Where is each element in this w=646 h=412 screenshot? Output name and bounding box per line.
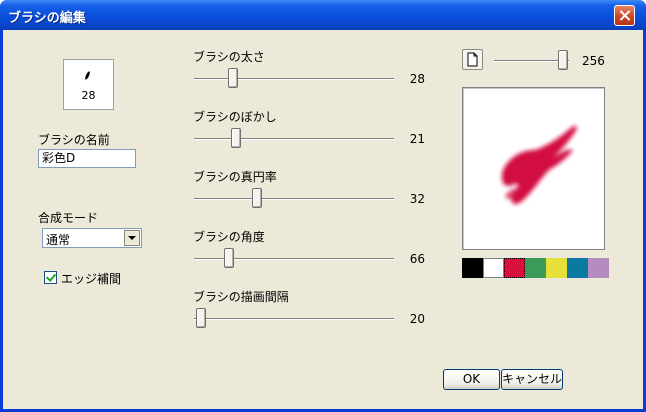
color-swatch-yellow[interactable] (546, 258, 567, 278)
chevron-down-icon (128, 236, 136, 240)
slider-thumb[interactable] (224, 248, 234, 268)
blur-value: 21 (409, 132, 425, 146)
slider-thumb[interactable] (252, 188, 262, 208)
brush-name-value: 彩色D (42, 151, 76, 165)
checkmark-icon (45, 271, 57, 282)
ok-button[interactable]: OK (443, 369, 500, 390)
slider-track (194, 318, 394, 320)
slider-track (194, 138, 394, 140)
color-palette (462, 258, 609, 278)
brush-tip-shape (84, 70, 91, 81)
close-button[interactable] (614, 5, 635, 26)
dropdown-button[interactable] (124, 230, 140, 246)
document-icon (467, 52, 478, 67)
cancel-button[interactable]: キャンセル (501, 369, 563, 390)
color-swatch-purple[interactable] (588, 258, 609, 278)
blur-slider[interactable] (194, 128, 394, 150)
title-bar[interactable]: ブラシの編集 (0, 0, 646, 30)
texture-slider[interactable] (494, 50, 569, 72)
thickness-label: ブラシの太さ (193, 50, 265, 64)
blend-mode-select[interactable]: 通常 (42, 228, 142, 248)
edge-interp-checkbox[interactable] (44, 271, 57, 284)
stroke-preview-canvas[interactable] (462, 87, 605, 250)
dialog-body: 28 ブラシの名前 彩色D 合成モード 通常 エッジ補間 ブラシの太さ 28 ブ… (3, 30, 643, 409)
spacing-value: 20 (409, 312, 425, 326)
color-swatch-white[interactable] (483, 258, 504, 278)
dialog-window: ブラシの編集 28 ブラシの名前 彩色D 合成モード 通常 エッジ補間 ブラシの… (0, 0, 646, 412)
color-swatch-black[interactable] (462, 258, 483, 278)
texture-value: 256 (582, 54, 605, 68)
brush-preview-size: 28 (81, 89, 96, 102)
roundness-label: ブラシの真円率 (193, 170, 277, 184)
slider-thumb[interactable] (231, 128, 241, 148)
angle-value: 66 (409, 252, 425, 266)
slider-thumb[interactable] (196, 308, 206, 328)
slider-thumb[interactable] (558, 50, 568, 70)
color-swatch-green[interactable] (525, 258, 546, 278)
thickness-value: 28 (409, 72, 425, 86)
brush-preview: 28 (63, 59, 114, 110)
slider-track (194, 78, 394, 80)
window-title: ブラシの編集 (8, 11, 86, 26)
blend-mode-label: 合成モード (38, 211, 99, 225)
slider-thumb[interactable] (228, 68, 238, 88)
spacing-label: ブラシの描画間隔 (193, 290, 289, 304)
brush-name-field[interactable]: 彩色D (38, 149, 136, 168)
edge-interp-label: エッジ補間 (61, 272, 122, 286)
slider-track (194, 198, 394, 200)
roundness-slider[interactable] (194, 188, 394, 210)
color-swatch-red[interactable] (504, 258, 525, 278)
roundness-value: 32 (409, 192, 425, 206)
spacing-slider[interactable] (194, 308, 394, 330)
blur-label: ブラシのぼかし (193, 110, 277, 124)
angle-slider[interactable] (194, 248, 394, 270)
stroke-sample (501, 125, 577, 204)
blend-mode-value: 通常 (46, 233, 71, 247)
texture-button[interactable] (462, 49, 483, 70)
thickness-slider[interactable] (194, 68, 394, 90)
color-swatch-blue[interactable] (567, 258, 588, 278)
brush-name-label: ブラシの名前 (38, 133, 110, 147)
angle-label: ブラシの角度 (193, 230, 265, 244)
